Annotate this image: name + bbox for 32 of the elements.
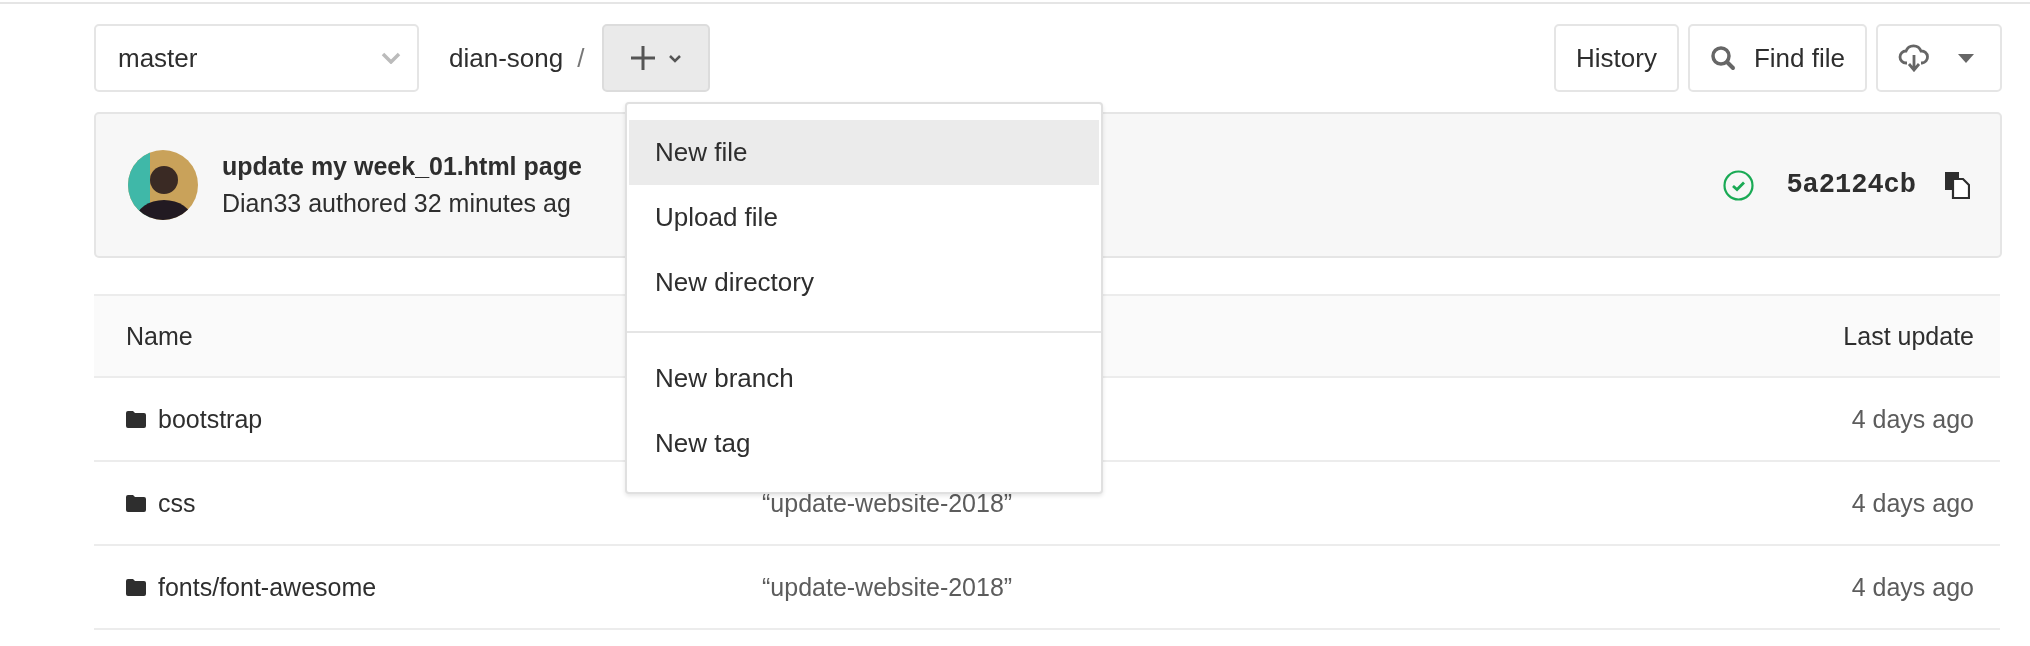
find-file-button[interactable]: Find file xyxy=(1687,24,1867,92)
file-name-link[interactable]: fonts/font-awesome xyxy=(94,572,762,602)
plus-icon xyxy=(630,45,657,71)
branch-select[interactable]: master xyxy=(94,24,419,92)
folder-icon xyxy=(126,494,146,512)
file-name-link[interactable]: css xyxy=(94,488,762,518)
download-button[interactable] xyxy=(1876,24,2002,92)
column-header: Name xyxy=(126,321,193,351)
breadcrumb-link[interactable]: dian-song xyxy=(449,42,564,74)
caret-icon xyxy=(1958,53,1974,63)
cloud-download-icon xyxy=(1898,44,1930,72)
commit-message[interactable]: “update-website-2018” xyxy=(762,488,1700,518)
last-update-cell-text: 4 days ago xyxy=(1851,488,1975,518)
history-button[interactable]: History xyxy=(1554,24,1679,92)
last-update-cell-text: 4 days ago xyxy=(1851,404,1975,434)
chevron-down-icon xyxy=(381,52,401,64)
path-separator: / xyxy=(577,42,585,74)
column-header: Last update xyxy=(1843,321,1975,351)
commit-meta: Dian33 authored 32 minutes ag xyxy=(222,189,571,218)
chevron-down-icon xyxy=(668,53,683,63)
commit-message[interactable]: “update-website-2018” xyxy=(762,572,1700,602)
folder-icon xyxy=(126,410,146,428)
last-update-cell-text: 4 days ago xyxy=(1851,572,1975,602)
menu-item[interactable]: Upload file xyxy=(629,185,1099,250)
search-icon xyxy=(1709,45,1736,71)
status-check-icon[interactable] xyxy=(1723,169,1755,201)
menu-item[interactable]: New directory xyxy=(629,250,1099,315)
commit-sha[interactable]: 5a2124cb xyxy=(1786,170,1916,200)
commit-title[interactable]: update my week_01.html page xyxy=(222,152,582,181)
copy-icon[interactable] xyxy=(1944,171,1970,199)
folder-icon xyxy=(126,578,146,596)
menu-item[interactable]: New file xyxy=(629,120,1099,185)
